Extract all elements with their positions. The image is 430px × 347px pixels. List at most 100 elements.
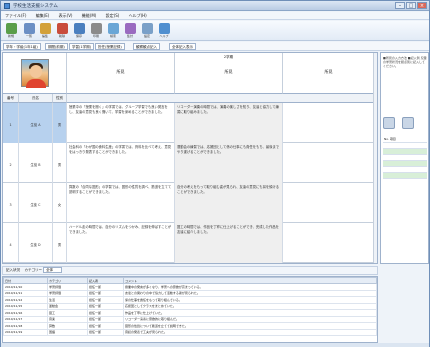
toolbar-button-list[interactable]: 一覧 [22, 23, 36, 39]
help-icon [158, 23, 170, 34]
menu-settings[interactable]: 設定(S) [102, 12, 124, 20]
menu-bar: ファイル(F) 編集(E) 表示(V) 機能(M) 設定(S) ヘルプ(H) [1, 12, 429, 20]
filter-period[interactable]: 期間(前期) [45, 43, 68, 50]
right-pane: ■所見の入力方法 ■記入例 児童の学習状況を観点別に記入してください。 No. … [380, 52, 429, 264]
student-name: 生徒 C [19, 183, 53, 223]
student-num: 3 [3, 183, 19, 223]
student-note[interactable] [283, 103, 375, 143]
filter-viewpoint[interactable]: 観察観点記入 [133, 43, 160, 50]
student-note[interactable]: 運動会の練習では、応援団として係の仕事にも責任をもち、最後までやり遂げることがで… [175, 143, 283, 183]
student-sex: 男 [53, 223, 67, 263]
toolbar-button-delete[interactable]: 削除 [55, 23, 69, 39]
filter-bar: 学年・学級(1年1組) 期間(前期) 学習(1学期) 担任(授業記録) 観察観点… [1, 42, 429, 51]
notes-header-2: 2学期 所見 [175, 53, 283, 94]
window-title: 学校生活支援システム [13, 4, 58, 9]
toolbar-button-label: 新規 [7, 34, 14, 38]
chart-icon [124, 23, 136, 34]
menu-file[interactable]: ファイル(F) [1, 12, 30, 20]
student-note[interactable] [283, 183, 375, 223]
edit-icon [39, 23, 51, 34]
log-filter-select[interactable]: 全体 [43, 267, 63, 273]
notes-header-3: 所見 [283, 53, 375, 94]
grid-scrollbar[interactable] [373, 53, 377, 263]
toolbar-button-edit[interactable]: 編集 [38, 23, 52, 39]
log-cell: 音読の発表で工夫が見られた。 [123, 328, 377, 336]
toolbar: 新規 一覧 編集 削除 保存 印刷 検索 集計 設定 ヘルプ [1, 21, 429, 41]
student-note[interactable]: 授業中の「授業を聞く」の学習では、グループ学習でも良い発言をし、友達の意見も良く… [67, 103, 175, 143]
photo-header [3, 53, 67, 94]
minimize-button[interactable]: – [395, 2, 405, 9]
menu-view[interactable]: 表示(V) [55, 12, 77, 20]
toolbar-button-person-add[interactable]: 新規 [4, 23, 18, 39]
log-label: 記入状況 [6, 268, 20, 272]
toolbar-button-label: 設定 [143, 34, 150, 38]
search-icon [107, 23, 119, 34]
toolbar-button-gear[interactable]: 設定 [140, 23, 154, 39]
close-button[interactable]: × [417, 2, 427, 9]
save-icon [73, 23, 85, 34]
student-name: 生徒 A [19, 103, 53, 143]
print-icon [90, 23, 102, 34]
student-note[interactable]: 算数の「合同な図形」の学習では、図形の性質を調べ、筋道を立てて説明することができ… [67, 183, 175, 223]
filter-teacher[interactable]: 担任(授業記録) [95, 43, 125, 50]
log-cell: 担任一郎 [87, 328, 124, 336]
student-note[interactable]: リコーダー演奏の時間では、演奏の楽しさを知り、友達と協力して練習に取り組みました… [175, 103, 283, 143]
toolbar-button-chart[interactable]: 集計 [123, 23, 137, 39]
student-row[interactable]: 4 生徒 D 男ハードル走の時間では、自分のリズムをつかみ、記録を伸ばすことができま… [3, 223, 377, 263]
menu-help[interactable]: ヘルプ(H) [125, 12, 151, 20]
right-pane-list: No. 項目 [383, 137, 427, 179]
subheader-number: 番号 [3, 94, 19, 103]
student-grid: 所見 2学期 所見 所見 番号 氏名 性別 1 生徒 A 男授業中の「授業を聞く」の… [2, 52, 378, 264]
subheader-blank [67, 94, 375, 103]
student-note[interactable]: 社会科の「わが国の食料生産」の学習では、資料を比べて考え、意見をはっきり発表する… [67, 143, 175, 183]
toolbar-button-label: 一覧 [25, 34, 32, 38]
student-sex: 男 [53, 103, 67, 143]
filter-class[interactable]: 学年・学級(1年1組) [3, 43, 41, 50]
toolbar-button-label: 保存 [75, 34, 82, 38]
toolbar-button-search[interactable]: 検索 [106, 23, 120, 39]
notes-header-1: 所見 [67, 53, 175, 94]
filter-display[interactable]: 全体記入表示 [169, 43, 196, 50]
student-sex: 女 [53, 183, 67, 223]
student-note[interactable] [283, 143, 375, 183]
menu-function[interactable]: 機能(M) [78, 12, 101, 20]
list-icon [23, 23, 35, 34]
toolbar-button-help[interactable]: ヘルプ [157, 23, 171, 39]
right-pane-icons [383, 117, 427, 131]
student-row[interactable]: 3 生徒 C 女算数の「合同な図形」の学習では、図形の性質を調べ、筋道を立てて説明す… [3, 183, 377, 223]
student-row[interactable]: 1 生徒 A 男授業中の「授業を聞く」の学習では、グループ学習でも良い発言をし、友達… [3, 103, 377, 143]
student-note[interactable]: 図工の時間では、作品を丁寧に仕上げることができ、完成した作品を友達に紹介しました… [175, 223, 283, 263]
toolbar-button-label: 編集 [41, 34, 48, 38]
subheader-name: 氏名 [19, 94, 53, 103]
student-row[interactable]: 2 生徒 B 男社会科の「わが国の食料生産」の学習では、資料を比べて考え、意見をはっ… [3, 143, 377, 183]
student-name: 生徒 B [19, 143, 53, 183]
app-window: 学校生活支援システム – □ × ファイル(F) 編集(E) 表示(V) 機能(… [0, 0, 430, 347]
student-note[interactable]: ハードル走の時間では、自分のリズムをつかみ、記録を伸ばすことができました。 [67, 223, 175, 263]
menu-edit[interactable]: 編集(E) [32, 12, 54, 20]
toolbar-button-label: 印刷 [92, 34, 99, 38]
toolbar-button-save[interactable]: 保存 [72, 23, 86, 39]
toolbar-button-label: 検索 [109, 34, 116, 38]
toolbar-button-print[interactable]: 印刷 [89, 23, 103, 39]
list-item[interactable] [383, 173, 427, 179]
log-cell: 国語 [47, 328, 88, 336]
gear-icon [141, 23, 153, 34]
toolbar-button-label: ヘルプ [159, 34, 169, 38]
title-bar: 学校生活支援システム – □ × [1, 1, 429, 11]
log-filter-bar: 記入状況 カテゴリー 全体 [2, 266, 378, 275]
student-note[interactable]: 自分の考えをもって取り組む姿が見られ、友達の意見にも耳を傾けることができました。 [175, 183, 283, 223]
person-add-icon [5, 23, 17, 34]
status-bar [1, 343, 429, 347]
log-row[interactable]: 2010/11/19 国語 担任一郎 音読の発表で工夫が見られた。 [3, 328, 377, 336]
filter-term[interactable]: 学習(1学期) [69, 43, 94, 50]
template-icon[interactable] [383, 117, 395, 129]
toolbar-button-label: 削除 [58, 34, 65, 38]
maximize-button[interactable]: □ [406, 2, 416, 9]
student-num: 1 [3, 103, 19, 143]
toolbar-button-label: 集計 [126, 34, 133, 38]
copy-icon[interactable] [402, 117, 415, 129]
student-note[interactable] [283, 223, 375, 263]
log-table: 日付 カテゴリ 記入者 コメント 2010/11/10 学習評価 担任一郎 授業中の発… [2, 276, 378, 343]
student-sex: 男 [53, 143, 67, 183]
help-text: ■所見の入力方法 ■記入例 児童の学習状況を観点別に記入してください。 [383, 56, 427, 68]
